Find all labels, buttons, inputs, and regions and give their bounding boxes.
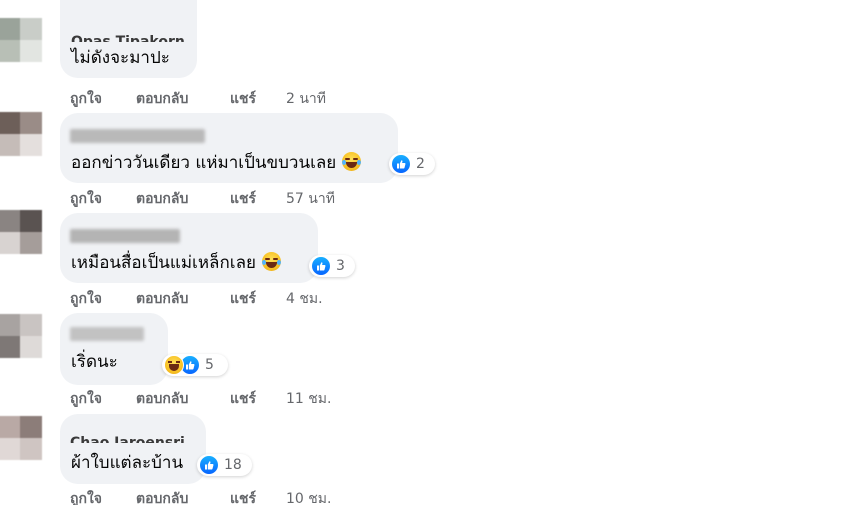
comment-author-redacted [70, 327, 144, 341]
reaction-summary[interactable]: 2 [389, 153, 435, 175]
comment-text-content: เหมือนสื่อเป็นแม่เหล็กเลย [71, 253, 256, 273]
rolling-laughing-emoji [342, 152, 362, 171]
comment-text: เหมือนสื่อเป็นแม่เหล็กเลย [71, 252, 281, 274]
like-action[interactable]: ถูกใจ [70, 488, 102, 505]
reply-action[interactable]: ตอบกลับ [136, 188, 188, 210]
comment-text: เริ่ดนะ [71, 352, 118, 372]
comment-author-redacted [70, 229, 180, 243]
comment-timestamp[interactable]: 57 นาที [286, 188, 335, 210]
comment-author[interactable]: Chao Jaroensri [70, 430, 185, 443]
reaction-count: 3 [336, 258, 345, 274]
haha-reaction-icon [164, 355, 184, 375]
share-action[interactable]: แชร์ [230, 488, 256, 505]
comment-item: ออกข่าววันเดียว แห่มาเป็นขบวนเลย 2 ถูกใจ… [0, 110, 862, 210]
comment-timestamp[interactable]: 11 ชม. [286, 388, 331, 410]
comment-timestamp[interactable]: 10 ชม. [286, 488, 331, 505]
comment-bubble: Opas Tipakorn ไม่ดังจะมาปะ [60, 0, 197, 78]
like-action[interactable]: ถูกใจ [70, 188, 102, 210]
share-action[interactable]: แชร์ [230, 188, 256, 210]
avatar[interactable] [0, 314, 42, 358]
share-action[interactable]: แชร์ [230, 388, 256, 410]
comment-item: เริ่ดนะ 5 ถูกใจ ตอบกลับ แชร์ 11 ชม. [0, 310, 862, 410]
avatar[interactable] [0, 416, 42, 460]
comment-text: ไม่ดังจะมาปะ [71, 48, 170, 68]
avatar[interactable] [0, 112, 42, 156]
avatar[interactable] [0, 210, 42, 254]
avatar[interactable] [0, 18, 42, 62]
reaction-count: 2 [416, 156, 425, 172]
comment-bubble: เริ่ดนะ [60, 313, 168, 385]
comment-timestamp[interactable]: 4 ชม. [286, 288, 323, 310]
reply-action[interactable]: ตอบกลับ [136, 388, 188, 410]
like-reaction-icon [391, 154, 411, 174]
reaction-summary[interactable]: 3 [309, 255, 355, 277]
comment-author-redacted [70, 129, 205, 143]
comments-section: Opas Tipakorn ไม่ดังจะมาปะ ถูกใจ ตอบกลับ… [0, 0, 862, 505]
like-action[interactable]: ถูกใจ [70, 388, 102, 410]
like-action[interactable]: ถูกใจ [70, 88, 102, 110]
reaction-count: 18 [224, 457, 242, 473]
reaction-summary[interactable]: 18 [197, 454, 252, 476]
comment-timestamp[interactable]: 2 นาที [286, 88, 326, 110]
comment-item: Chao Jaroensri ผ้าใบแต่ละบ้าน 18 ถูกใจ ต… [0, 410, 862, 505]
comment-text: ออกข่าววันเดียว แห่มาเป็นขบวนเลย [71, 152, 362, 174]
reply-action[interactable]: ตอบกลับ [136, 488, 188, 505]
reaction-summary[interactable]: 5 [162, 354, 228, 376]
comment-bubble: Chao Jaroensri ผ้าใบแต่ละบ้าน [60, 414, 206, 484]
reply-action[interactable]: ตอบกลับ [136, 88, 188, 110]
like-reaction-icon [199, 455, 219, 475]
reaction-count: 5 [205, 357, 214, 373]
comment-text: ผ้าใบแต่ละบ้าน [71, 453, 184, 473]
comment-author[interactable]: Opas Tipakorn [71, 29, 185, 42]
share-action[interactable]: แชร์ [230, 288, 256, 310]
comment-item: เหมือนสื่อเป็นแม่เหล็กเลย 3 ถูกใจ ตอบกลั… [0, 210, 862, 310]
rolling-laughing-emoji [261, 252, 281, 271]
like-reaction-icon [311, 256, 331, 276]
comment-text-content: ออกข่าววันเดียว แห่มาเป็นขบวนเลย [71, 153, 337, 173]
comment-bubble: ออกข่าววันเดียว แห่มาเป็นขบวนเลย [60, 113, 398, 183]
comment-item: Opas Tipakorn ไม่ดังจะมาปะ ถูกใจ ตอบกลับ… [0, 0, 862, 110]
like-action[interactable]: ถูกใจ [70, 288, 102, 310]
share-action[interactable]: แชร์ [230, 88, 256, 110]
reply-action[interactable]: ตอบกลับ [136, 288, 188, 310]
comment-bubble: เหมือนสื่อเป็นแม่เหล็กเลย [60, 213, 318, 283]
